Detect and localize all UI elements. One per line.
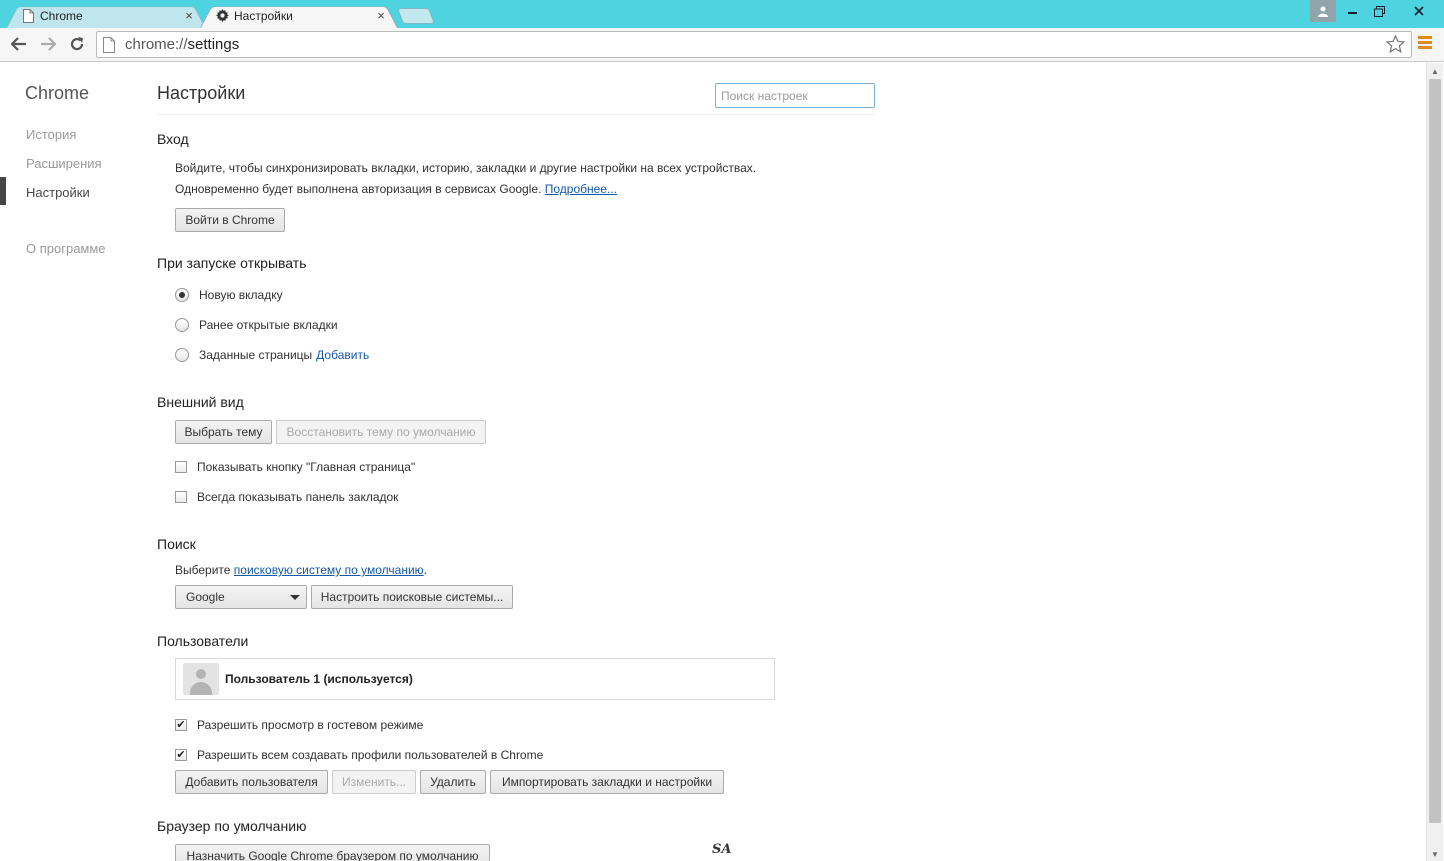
radio-button[interactable] (175, 318, 189, 332)
section-title-appearance: Внешний вид (157, 394, 244, 410)
search-description: Выберите поисковую систему по умолчанию. (175, 563, 427, 577)
restore-icon[interactable] (1366, 0, 1392, 22)
section-title-default-browser: Браузер по умолчанию (157, 818, 307, 834)
default-search-engine-link[interactable]: поисковую систему по умолчанию (234, 563, 424, 577)
tab-label: Настройки (234, 8, 293, 23)
radio-button[interactable] (175, 348, 189, 362)
sidebar-item-history[interactable]: История (26, 127, 76, 142)
select-value: Google (186, 590, 225, 604)
reload-icon[interactable] (66, 33, 88, 55)
signin-text: Одновременно будет выполнена авторизация… (175, 182, 542, 196)
gear-icon (214, 8, 230, 24)
section-title-search: Поиск (157, 536, 196, 552)
sidebar-current-marker (0, 177, 6, 205)
page-title: Настройки (157, 83, 246, 103)
startup-option-new-tab[interactable]: Новую вкладку (175, 288, 283, 302)
startup-option-continue[interactable]: Ранее открытые вкладки (175, 318, 338, 332)
reset-theme-button[interactable]: Восстановить тему по умолчанию (276, 420, 486, 444)
guest-mode-option[interactable]: ✔ Разрешить просмотр в гостевом режиме (175, 718, 423, 732)
scroll-up-icon[interactable]: ▲ (1431, 67, 1439, 76)
sidebar-item-extensions[interactable]: Расширения (26, 156, 102, 171)
browser-window: Chrome × Настройки × chrome://settings C… (0, 0, 1444, 861)
edit-user-button[interactable]: Изменить... (332, 770, 416, 794)
title-bar: Chrome × Настройки × (0, 0, 1444, 28)
close-window-icon[interactable] (1399, 0, 1439, 22)
back-icon[interactable] (8, 33, 30, 55)
checkbox-label: Показывать кнопку "Главная страница" (197, 460, 416, 474)
url-scheme: chrome:// (125, 36, 188, 53)
checkbox-checked-icon[interactable]: ✔ (175, 749, 187, 761)
import-bookmarks-button[interactable]: Импортировать закладки и настройки (490, 770, 724, 794)
new-tab-button[interactable] (397, 8, 435, 24)
scroll-down-icon[interactable]: ▼ (1431, 850, 1439, 859)
scrollbar-thumb[interactable] (1429, 79, 1441, 823)
radio-button[interactable] (175, 288, 189, 302)
address-bar[interactable]: chrome://settings (96, 31, 1412, 58)
show-bookmarks-bar-option[interactable]: Всегда показывать панель закладок (175, 490, 398, 504)
make-default-browser-button[interactable]: Назначить Google Chrome браузером по умо… (175, 844, 490, 861)
chevron-down-icon (290, 595, 300, 600)
sidebar-brand: Chrome (25, 83, 90, 103)
search-text: Выберите (175, 563, 231, 577)
delete-user-button[interactable]: Удалить (420, 770, 486, 794)
show-home-button-option[interactable]: Показывать кнопку "Главная страница" (175, 460, 415, 474)
page-icon (103, 36, 117, 53)
browser-toolbar: chrome://settings (0, 28, 1444, 62)
tab-chrome[interactable]: Chrome × (6, 3, 206, 28)
add-pages-link[interactable]: Добавить (316, 348, 369, 362)
checkbox-checked-icon[interactable]: ✔ (175, 719, 187, 731)
tab-close-icon[interactable]: × (182, 8, 196, 23)
settings-sidebar: Chrome История Расширения Настройки О пр… (0, 63, 150, 861)
section-title-startup: При запуске открывать (157, 255, 307, 271)
learn-more-link[interactable]: Подробнее... (545, 182, 617, 196)
minimize-icon[interactable] (1340, 0, 1366, 22)
sidebar-item-settings[interactable]: Настройки (26, 185, 90, 200)
signin-button[interactable]: Войти в Chrome (175, 208, 285, 232)
tab-close-icon[interactable]: × (374, 8, 388, 23)
settings-search-input[interactable] (715, 83, 875, 108)
tab-label: Chrome (40, 8, 83, 23)
section-title-signin: Вход (157, 131, 189, 147)
tab-settings[interactable]: Настройки × (200, 3, 398, 28)
create-profiles-option[interactable]: ✔ Разрешить всем создавать профили польз… (175, 748, 543, 762)
manage-search-engines-button[interactable]: Настроить поисковые системы... (311, 585, 513, 609)
bookmark-star-icon[interactable] (1385, 34, 1406, 58)
signin-description: Войдите, чтобы синхронизировать вкладки,… (175, 161, 757, 175)
user-list[interactable]: Пользователь 1 (используется) (175, 658, 775, 700)
avatar-body (190, 682, 212, 695)
sidebar-item-about[interactable]: О программе (26, 241, 106, 256)
checkbox-label: Всегда показывать панель закладок (197, 490, 399, 504)
checkbox[interactable] (175, 461, 187, 473)
user-profile-icon[interactable] (1310, 0, 1336, 22)
checkbox[interactable] (175, 491, 187, 503)
url-text: chrome://settings (125, 36, 239, 53)
checkbox-label: Разрешить просмотр в гостевом режиме (197, 718, 424, 732)
forward-icon[interactable] (37, 33, 59, 55)
startup-option-pages[interactable]: Заданные страницы Добавить (175, 348, 369, 362)
choose-theme-button[interactable]: Выбрать тему (175, 420, 272, 444)
avatar-head (196, 669, 206, 679)
page-scrollbar[interactable]: ▲ ▼ (1426, 63, 1443, 861)
radio-label: Заданные страницы (199, 348, 313, 362)
avatar (183, 663, 219, 695)
page-icon (20, 8, 36, 24)
menu-icon[interactable] (1418, 36, 1432, 50)
header-divider (157, 114, 875, 115)
radio-label: Новую вкладку (199, 288, 283, 302)
search-engine-select[interactable]: Google (175, 585, 307, 609)
radio-label: Ранее открытые вкладки (199, 318, 338, 332)
section-title-users: Пользователи (157, 633, 249, 649)
checkbox-label: Разрешить всем создавать профили пользов… (197, 748, 544, 762)
search-text-end: . (423, 563, 428, 577)
user-name: Пользователь 1 (используется) (225, 672, 413, 686)
watermark-logo: SA (712, 842, 732, 857)
add-user-button[interactable]: Добавить пользователя (175, 770, 328, 794)
signin-description-2: Одновременно будет выполнена авторизация… (175, 182, 617, 196)
url-path: settings (187, 36, 240, 53)
